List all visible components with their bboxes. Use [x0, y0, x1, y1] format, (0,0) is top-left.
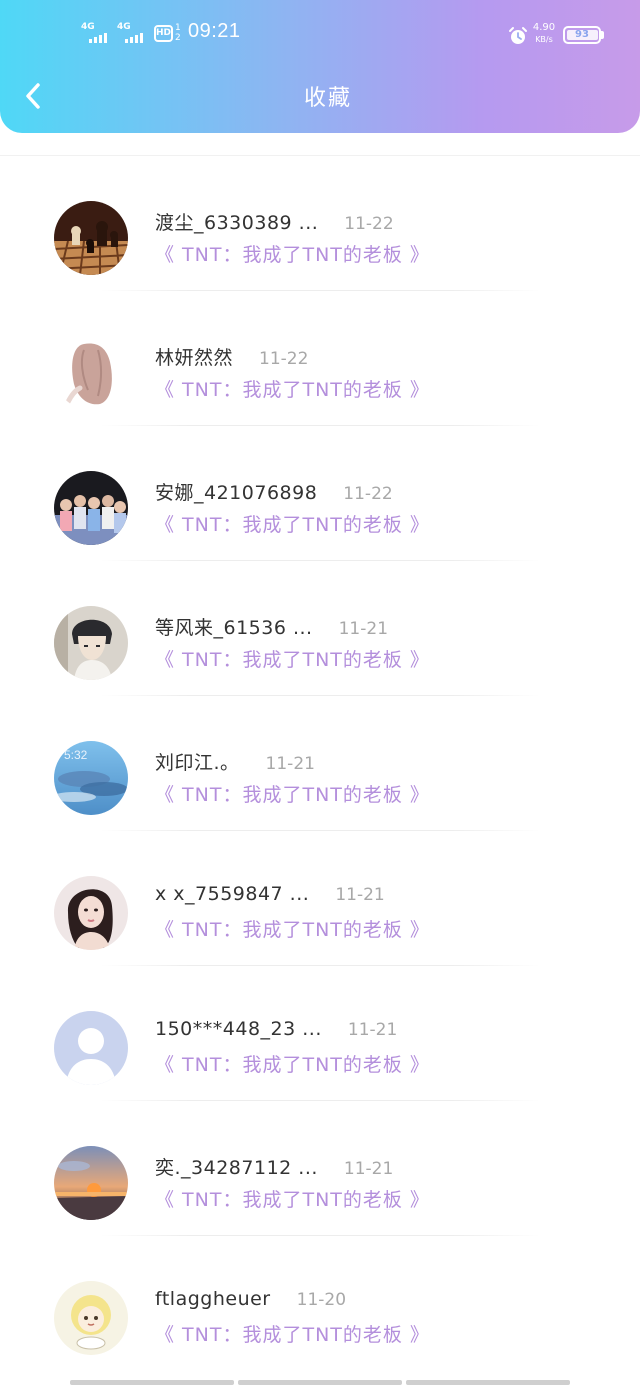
- list-item[interactable]: 渡尘_6330389 ... 11-22 《 TNT：我成了TNT的老板 》: [0, 156, 640, 291]
- app-header: 4G 4G HD 1 2 09:21 4.90 KB/s 93 收藏: [0, 0, 640, 133]
- book-title-link[interactable]: 《 TNT：我成了TNT的老板 》: [155, 375, 430, 402]
- username: 150***448_23 ...: [155, 1018, 322, 1040]
- list-item[interactable]: 林妍然然 11-22 《 TNT：我成了TNT的老板 》: [0, 291, 640, 426]
- username: x x_7559847 ...: [155, 883, 310, 905]
- book-title-link[interactable]: 《 TNT：我成了TNT的老板 》: [155, 1050, 430, 1077]
- date: 11-21: [338, 619, 389, 639]
- date: 11-22: [343, 484, 393, 504]
- chess-avatar: [54, 201, 128, 275]
- username: 等风来_61536 ...: [155, 617, 313, 639]
- list-item[interactable]: 安娜_421076898 11-22 《 TNT：我成了TNT的老板 》: [0, 426, 640, 561]
- hd-sub-top: 1: [175, 23, 181, 33]
- book-title-link[interactable]: 《 TNT：我成了TNT的老板 》: [155, 510, 430, 537]
- list-item[interactable]: 奕._34287112 ... 11-21 《 TNT：我成了TNT的老板 》: [0, 1101, 640, 1236]
- username: ftlaggheuer: [155, 1288, 271, 1310]
- book-title-link[interactable]: 《 TNT：我成了TNT的老板 》: [155, 1185, 430, 1212]
- alarm-icon: [509, 27, 527, 44]
- book-title-link[interactable]: 《 TNT：我成了TNT的老板 》: [155, 780, 430, 807]
- date: 11-22: [344, 214, 394, 234]
- book-title-link[interactable]: 《 TNT：我成了TNT的老板 》: [155, 1320, 430, 1347]
- avatar[interactable]: [54, 876, 128, 950]
- anime-boy-avatar: [54, 606, 128, 680]
- cartoon-avatar: [54, 1281, 128, 1355]
- group-photo-avatar: [54, 471, 128, 545]
- username: 林妍然然: [155, 347, 234, 369]
- page-title: 收藏: [303, 86, 352, 111]
- battery-icon: 93: [563, 26, 601, 44]
- list-item[interactable]: x x_7559847 ... 11-21 《 TNT：我成了TNT的老板 》: [0, 831, 640, 966]
- avatar[interactable]: 5:32: [54, 741, 128, 815]
- list-item[interactable]: 5:32 刘印江.。 11-21 《 TNT：我成了TNT的老板 》: [0, 696, 640, 831]
- sunset-avatar: [54, 1146, 128, 1220]
- signal-icon: 4G: [117, 20, 153, 46]
- battery-tip: [601, 31, 604, 39]
- avatar[interactable]: [54, 471, 128, 545]
- speed-unit: KB/s: [535, 35, 553, 44]
- date: 11-22: [259, 349, 309, 369]
- book-title-link[interactable]: 《 TNT：我成了TNT的老板 》: [155, 645, 430, 672]
- list-item[interactable]: ftlaggheuer 11-20 《 TNT：我成了TNT的老板 》: [0, 1236, 640, 1371]
- network-type-label: 4G: [81, 22, 95, 32]
- avatar[interactable]: [54, 201, 128, 275]
- avatar[interactable]: [54, 1011, 128, 1085]
- date: 11-21: [347, 1020, 398, 1040]
- date: 11-21: [335, 885, 385, 905]
- sky-clouds-avatar: 5:32: [54, 741, 128, 815]
- hd-voice-sub: 1 2: [175, 23, 181, 43]
- favorites-list: 渡尘_6330389 ... 11-22 《 TNT：我成了TNT的老板 》 林…: [0, 155, 640, 1371]
- avatar[interactable]: [54, 1281, 128, 1355]
- status-time: 09:21: [188, 20, 241, 42]
- hd-voice-icon: HD: [154, 25, 173, 42]
- list-item[interactable]: 等风来_61536 ... 11-21 《 TNT：我成了TNT的老板 》: [0, 561, 640, 696]
- date: 11-21: [265, 754, 315, 774]
- avatar[interactable]: [54, 336, 128, 410]
- date: 11-21: [343, 1159, 394, 1179]
- status-bar: 4G 4G HD 1 2 09:21 4.90 KB/s 93: [0, 0, 640, 66]
- default-avatar: [54, 1011, 128, 1085]
- username: 渡尘_6330389 ...: [155, 212, 319, 234]
- book-title-link[interactable]: 《 TNT：我成了TNT的老板 》: [155, 915, 430, 942]
- network-speed: 4.90 KB/s: [529, 22, 559, 46]
- svg-text:5:32: 5:32: [64, 748, 88, 762]
- hd-sub-bottom: 2: [175, 33, 181, 43]
- girl-pink-hair-avatar: [54, 336, 128, 410]
- girl-portrait-avatar: [54, 876, 128, 950]
- book-title-link[interactable]: 《 TNT：我成了TNT的老板 》: [155, 240, 430, 267]
- username: 安娜_421076898: [155, 482, 318, 504]
- network-type-label: 4G: [117, 22, 131, 32]
- avatar[interactable]: [54, 1146, 128, 1220]
- avatar[interactable]: [54, 606, 128, 680]
- username: 刘印江.。: [155, 752, 240, 774]
- list-item[interactable]: 150***448_23 ... 11-21 《 TNT：我成了TNT的老板 》: [0, 966, 640, 1101]
- date: 11-20: [296, 1290, 347, 1310]
- signal-icon: 4G: [81, 20, 117, 46]
- bottom-scroll-indicator: [70, 1380, 570, 1385]
- battery-level: 93: [575, 29, 589, 40]
- username: 奕._34287112 ...: [155, 1157, 318, 1179]
- speed-value: 4.90: [532, 22, 556, 33]
